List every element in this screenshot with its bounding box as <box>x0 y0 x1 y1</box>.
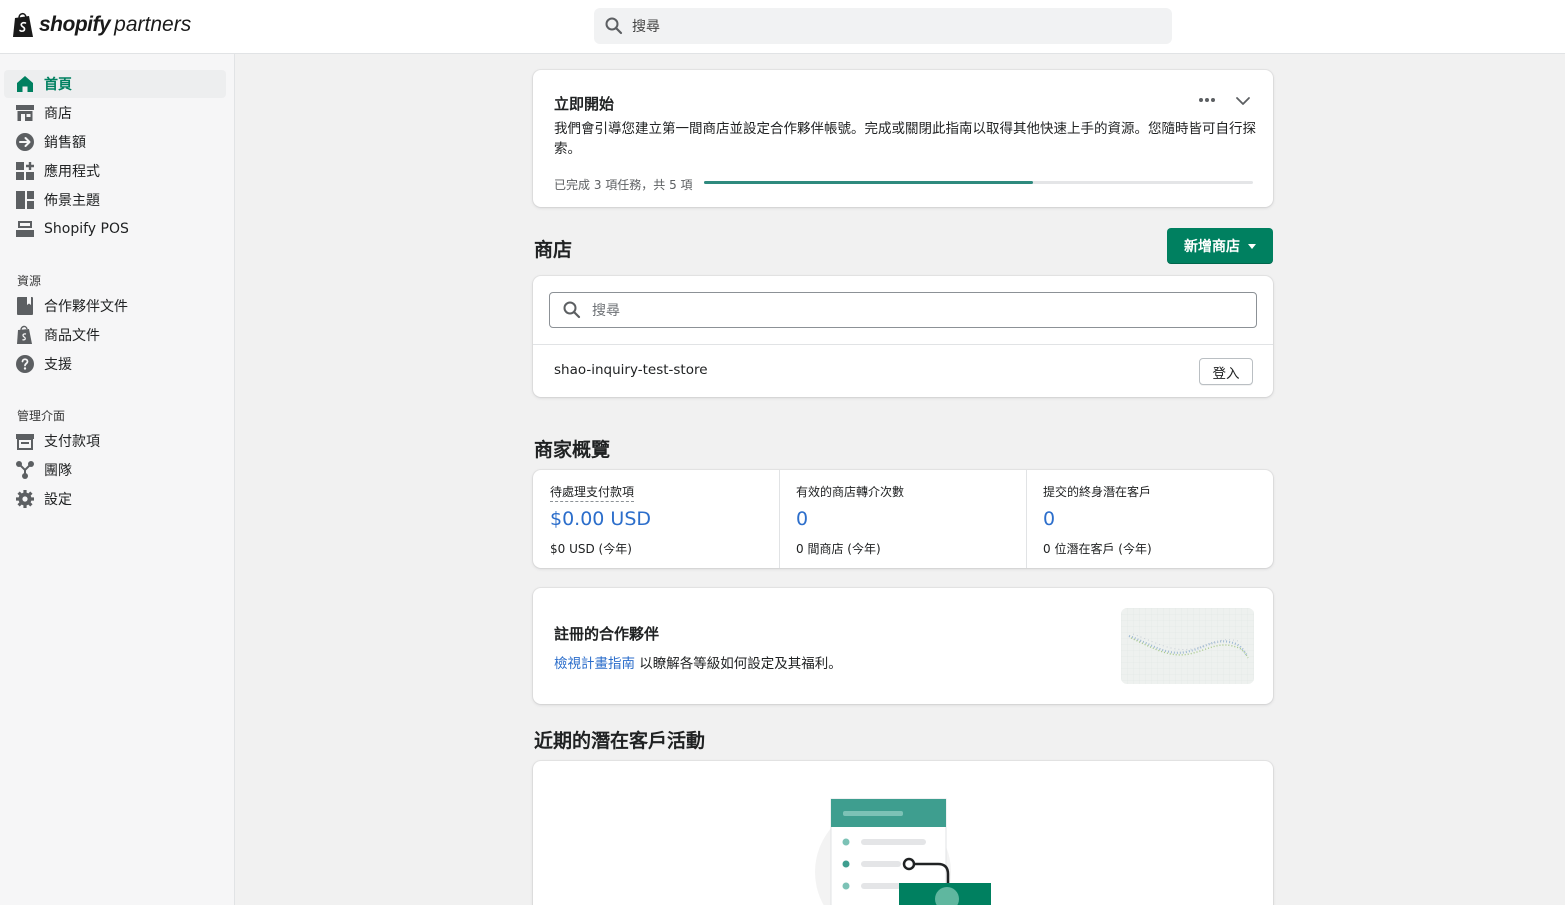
registered-partner-card: 註冊的合作夥伴 檢視計畫指南 以瞭解各等級如何設定及其福利。 <box>533 588 1273 704</box>
stat-subtext: 0 間商店 (今年) <box>796 542 881 556</box>
wave-illustration <box>1121 608 1254 684</box>
search-icon <box>605 17 623 35</box>
login-button[interactable]: 登入 <box>1199 358 1253 385</box>
stat-lifetime-leads: 提交的終身潛在客戶 0 0 位潛在客戶 (今年) <box>1026 470 1273 568</box>
getting-started-description: 我們會引導您建立第一間商店並設定合作夥伴帳號。完成或關閉此指南以取得其他快速上手… <box>554 121 1256 157</box>
sidebar-item-label: Shopify POS <box>44 221 129 237</box>
sidebar-item-home[interactable]: 首頁 <box>4 70 226 98</box>
stores-card: 搜尋 shao-inquiry-test-store 登入 <box>533 276 1273 397</box>
registered-partner-title: 註冊的合作夥伴 <box>554 625 660 643</box>
resources-heading: 資源 <box>17 274 42 288</box>
add-store-button[interactable]: 新增商店 <box>1167 228 1273 264</box>
stat-label: 有效的商店轉介次數 <box>796 485 905 499</box>
recent-leads-section-title: 近期的潛在客戶活動 <box>534 730 706 752</box>
stat-value: 0 <box>1043 508 1056 530</box>
sidebar-item-payouts[interactable]: 支付款項 <box>4 427 226 455</box>
progress-bar-fill <box>704 181 1034 184</box>
sidebar-item-apps[interactable]: 應用程式 <box>4 157 226 185</box>
registered-partner-text: 檢視計畫指南 以瞭解各等級如何設定及其福利。 <box>554 652 842 672</box>
stat-value: $0.00 USD <box>550 508 652 530</box>
sidebar-item-label: 合作夥伴文件 <box>44 299 128 315</box>
store-name[interactable]: shao-inquiry-test-store <box>554 362 708 378</box>
search-icon <box>563 301 581 319</box>
store-icon <box>16 105 34 121</box>
sidebar-item-team[interactable]: 團隊 <box>4 456 226 484</box>
caret-down-icon <box>1248 243 1256 249</box>
empty-state-illustration <box>815 798 991 905</box>
global-search-placeholder: 搜尋 <box>632 19 660 35</box>
question-circle-icon <box>16 355 34 373</box>
pos-icon <box>16 221 34 237</box>
shopify-bag-icon <box>13 12 33 37</box>
sidebar-item-label: 佈景主題 <box>44 193 100 209</box>
stat-subtext: 0 位潛在客戶 (今年) <box>1043 542 1152 556</box>
stat-label[interactable]: 待處理支付款項 <box>550 483 635 502</box>
sidebar-item-label: 商店 <box>44 106 72 122</box>
stat-label: 提交的終身潛在客戶 <box>1043 485 1152 499</box>
overview-section-title: 商家概覽 <box>534 439 611 461</box>
store-search-input[interactable]: 搜尋 <box>549 292 1257 328</box>
payout-icon <box>16 434 34 450</box>
registered-partner-rest: 以瞭解各等級如何設定及其福利。 <box>635 656 842 672</box>
sidebar-item-themes[interactable]: 佈景主題 <box>4 186 226 214</box>
home-icon <box>17 76 33 92</box>
progress-text: 已完成 3 項任務，共 5 項 <box>554 178 693 192</box>
brand-shopify: shopify <box>39 13 111 36</box>
store-search-placeholder: 搜尋 <box>592 303 620 319</box>
overview-card: 待處理支付款項 $0.00 USD $0 USD (今年) 有效的商店轉介次數 … <box>533 470 1273 568</box>
more-actions-icon[interactable] <box>1197 93 1217 107</box>
getting-started-card: 立即開始 我們會引導您建立第一間商店並設定合作夥伴帳號。完成或關閉此指南以取得其… <box>533 70 1273 207</box>
sidebar-item-partner-docs[interactable]: 合作夥伴文件 <box>4 292 226 320</box>
shopify-partners-logo[interactable]: shopify partners <box>11 11 191 39</box>
sidebar-item-label: 商品文件 <box>44 328 100 344</box>
sidebar-item-settings[interactable]: 設定 <box>4 485 226 513</box>
add-store-label: 新增商店 <box>1184 239 1240 255</box>
top-bar: shopify partners 搜尋 <box>0 0 1565 54</box>
book-icon <box>17 297 33 315</box>
team-icon <box>16 461 34 479</box>
getting-started-title: 立即開始 <box>554 95 615 113</box>
brand-partners: partners <box>114 13 192 36</box>
partner-tier-illustration <box>1121 608 1254 684</box>
sidebar-item-product-docs[interactable]: 商品文件 <box>4 321 226 349</box>
sidebar-item-label: 設定 <box>44 492 72 508</box>
divider <box>533 344 1273 345</box>
program-guide-link[interactable]: 檢視計畫指南 <box>554 656 635 672</box>
sidebar-item-label: 團隊 <box>44 463 72 479</box>
sidebar-item-stores[interactable]: 商店 <box>4 99 226 127</box>
themes-icon <box>16 191 34 209</box>
sales-arrow-icon <box>16 133 34 151</box>
shopify-bag-icon <box>17 325 32 344</box>
sidebar-item-label: 首頁 <box>44 77 72 93</box>
stat-store-referrals: 有效的商店轉介次數 0 0 間商店 (今年) <box>779 470 1026 568</box>
global-search-input[interactable]: 搜尋 <box>594 8 1172 44</box>
sidebar-item-sales[interactable]: 銷售額 <box>4 128 226 156</box>
progress-bar <box>704 181 1253 184</box>
apps-icon <box>16 162 34 180</box>
stores-section-title: 商店 <box>534 239 573 261</box>
recent-leads-card <box>533 761 1273 905</box>
stat-subtext: $0 USD (今年) <box>550 542 632 556</box>
stat-value: 0 <box>796 508 809 530</box>
sidebar-item-pos[interactable]: Shopify POS <box>4 215 226 243</box>
sidebar-item-label: 銷售額 <box>44 135 86 151</box>
sidebar-item-label: 支付款項 <box>44 434 100 450</box>
admin-heading: 管理介面 <box>17 409 66 423</box>
sidebar: 首頁 商店 銷售額 應用程式 佈景主題 Shopify POS 資源 合作夥伴文… <box>0 54 235 905</box>
sidebar-item-support[interactable]: 支援 <box>4 350 226 378</box>
sidebar-item-label: 應用程式 <box>44 164 100 180</box>
sidebar-item-label: 支援 <box>44 357 72 373</box>
stat-pending-payouts: 待處理支付款項 $0.00 USD $0 USD (今年) <box>533 470 779 568</box>
gear-icon <box>16 490 34 508</box>
chevron-down-icon[interactable] <box>1234 92 1252 110</box>
